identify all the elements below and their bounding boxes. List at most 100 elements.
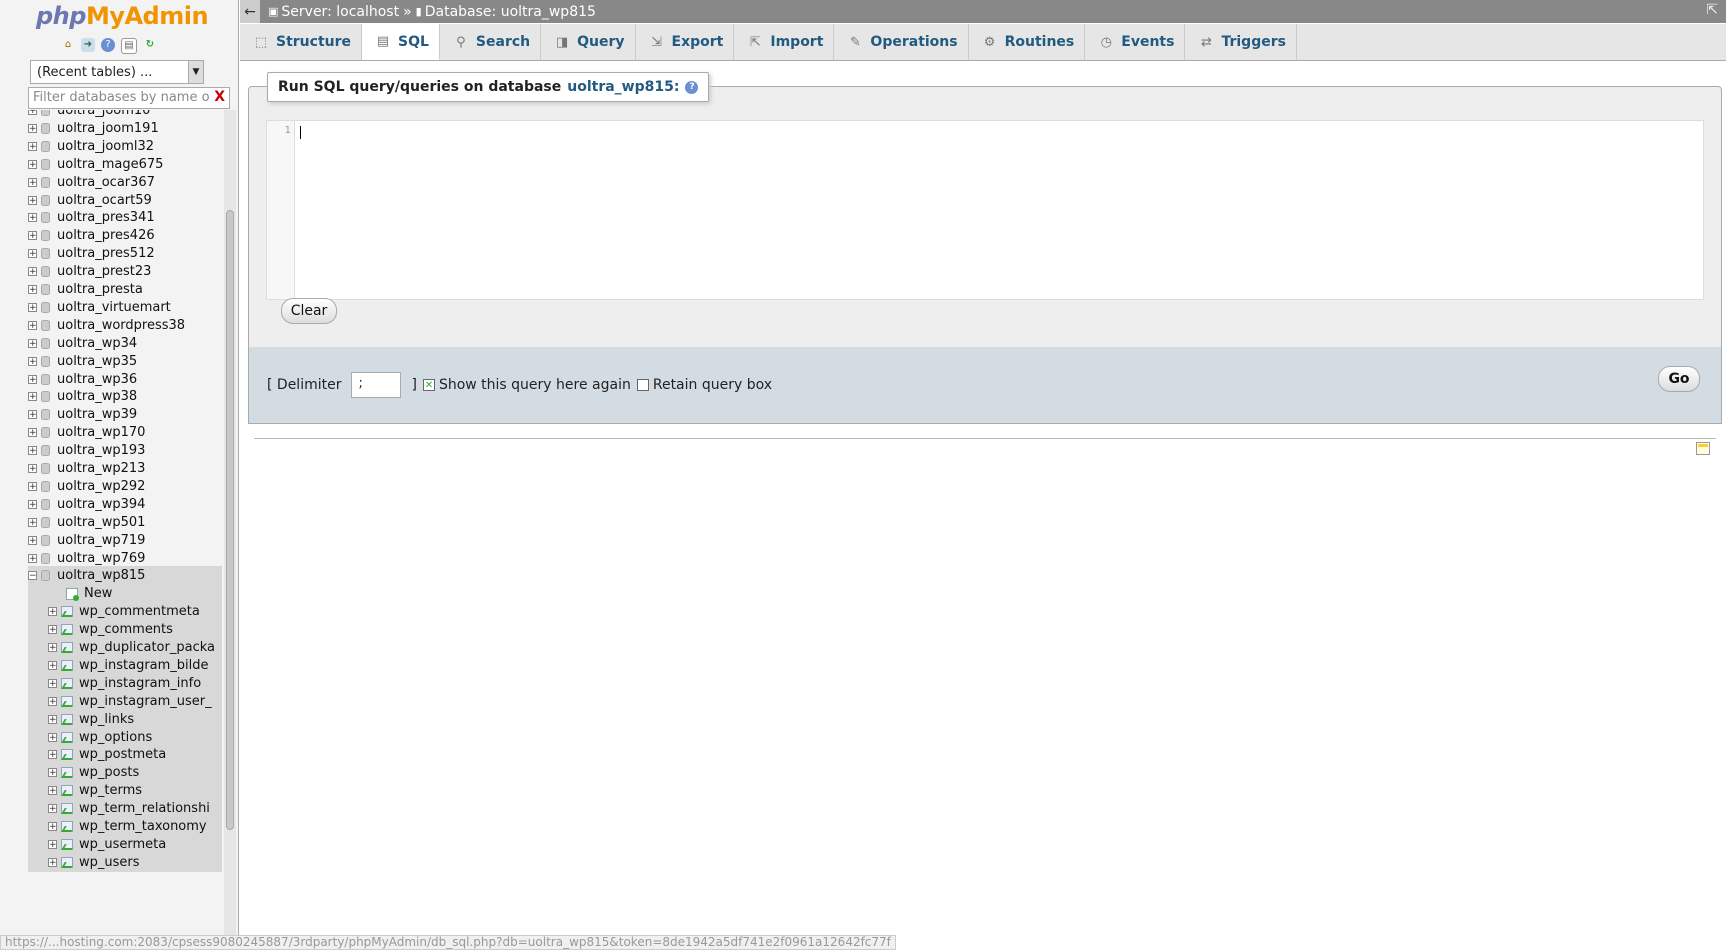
database-item[interactable]: + uoltra_wp170	[28, 423, 222, 442]
database-name[interactable]: uoltra_wp170	[57, 425, 145, 440]
collapse-icon[interactable]: ⇱	[1706, 2, 1718, 18]
table-item[interactable]: + wp_links	[28, 709, 222, 729]
reload-icon[interactable]: ↻	[143, 38, 157, 52]
database-name[interactable]: uoltra_wordpress38	[57, 318, 185, 333]
database-name[interactable]: uoltra_pres426	[57, 228, 155, 243]
expand-icon[interactable]: +	[48, 857, 57, 867]
expand-icon[interactable]: +	[28, 374, 37, 384]
database-item[interactable]: + uoltra_ocar367	[28, 173, 222, 192]
table-item[interactable]: + wp_usermeta	[28, 834, 222, 854]
database-name[interactable]: uoltra_wp39	[57, 407, 137, 422]
table-name[interactable]: wp_commentmeta	[79, 604, 200, 619]
expand-icon[interactable]: +	[48, 786, 57, 796]
tab-events[interactable]: ◷ Events	[1085, 24, 1186, 60]
expand-icon[interactable]: +	[28, 499, 37, 509]
database-item[interactable]: + uoltra_wp769	[28, 549, 222, 568]
database-name[interactable]: uoltra_wp36	[57, 372, 137, 387]
database-item[interactable]: + uoltra_wordpress38	[28, 316, 222, 335]
database-item[interactable]: + uoltra_virtuemart	[28, 298, 222, 317]
expand-icon[interactable]: +	[28, 535, 37, 545]
table-item[interactable]: + wp_commentmeta	[28, 602, 222, 622]
expand-icon[interactable]: +	[28, 159, 37, 169]
database-item[interactable]: + uoltra_wp193	[28, 441, 222, 460]
filter-databases-input[interactable]: Filter databases by name o X	[28, 87, 230, 109]
database-name[interactable]: uoltra_prest23	[57, 264, 151, 279]
phpmyadmin-logo[interactable]: phpMyAdmin	[36, 2, 209, 30]
database-item[interactable]: + uoltra_presta	[28, 280, 222, 299]
table-item[interactable]: + wp_terms	[28, 781, 222, 801]
expand-icon[interactable]: +	[28, 231, 37, 241]
retain-query-label[interactable]: Retain query box	[653, 377, 772, 393]
table-name[interactable]: wp_comments	[79, 622, 173, 637]
breadcrumb-database[interactable]: Database: uoltra_wp815	[425, 4, 596, 20]
database-name[interactable]: uoltra_wp719	[57, 533, 145, 548]
database-item[interactable]: + uoltra_pres426	[28, 226, 222, 245]
table-name[interactable]: wp_term_relationshi	[79, 801, 210, 816]
recent-tables-select[interactable]: (Recent tables) ... ▼	[30, 60, 204, 84]
database-name[interactable]: uoltra_wp815	[57, 568, 145, 583]
console-icon[interactable]	[1696, 442, 1710, 455]
expand-icon[interactable]: +	[28, 428, 37, 438]
scrollbar-thumb[interactable]	[226, 210, 234, 830]
expand-icon[interactable]: +	[48, 714, 57, 724]
table-item[interactable]: + wp_instagram_info	[28, 673, 222, 693]
clear-button[interactable]: Clear	[281, 298, 337, 324]
show-query-label[interactable]: Show this query here again	[439, 377, 631, 393]
nav-scrollbar[interactable]	[224, 110, 236, 948]
database-item[interactable]: + uoltra_wp34	[28, 334, 222, 353]
logout-icon[interactable]: ➜	[81, 38, 95, 52]
expand-icon[interactable]: +	[28, 356, 37, 366]
table-name[interactable]: wp_posts	[79, 765, 139, 780]
expand-icon[interactable]: +	[48, 768, 57, 778]
tab-triggers[interactable]: ⇄ Triggers	[1185, 24, 1297, 60]
database-item[interactable]: + uoltra_wp35	[28, 352, 222, 371]
database-name[interactable]: uoltra_wp38	[57, 389, 137, 404]
expand-icon[interactable]: +	[48, 660, 57, 670]
expand-icon[interactable]: +	[48, 822, 57, 832]
expand-icon[interactable]: +	[28, 177, 37, 187]
database-item[interactable]: + uoltra_wp36	[28, 370, 222, 389]
tab-operations[interactable]: ✎ Operations	[834, 24, 969, 60]
database-item[interactable]: + uoltra_joom191	[28, 119, 222, 138]
table-item[interactable]: + wp_instagram_user_	[28, 691, 222, 711]
database-item[interactable]: + uoltra_wp394	[28, 495, 222, 514]
database-name[interactable]: uoltra_joom191	[57, 121, 159, 136]
expand-icon[interactable]: +	[28, 141, 37, 151]
table-name[interactable]: wp_usermeta	[79, 837, 166, 852]
database-item[interactable]: + uoltra_prest23	[28, 262, 222, 281]
expand-icon[interactable]: +	[48, 696, 57, 706]
database-name[interactable]: uoltra_wp501	[57, 515, 145, 530]
table-item[interactable]: + wp_postmeta	[28, 745, 222, 765]
expand-icon[interactable]: +	[48, 804, 57, 814]
table-item[interactable]: + wp_comments	[28, 620, 222, 640]
expand-icon[interactable]: +	[28, 123, 37, 133]
legend-database-link[interactable]: uoltra_wp815:	[567, 79, 679, 95]
table-item[interactable]: + wp_term_taxonomy	[28, 817, 222, 836]
table-name[interactable]: wp_instagram_bilde	[79, 658, 209, 673]
database-item[interactable]: + uoltra_pres512	[28, 244, 222, 263]
database-name[interactable]: uoltra_joom10	[57, 110, 150, 118]
expand-icon[interactable]: +	[48, 732, 57, 742]
delimiter-input[interactable]: ;	[351, 372, 402, 398]
expand-icon[interactable]: +	[28, 410, 37, 420]
table-name[interactable]: wp_users	[79, 855, 140, 870]
database-name[interactable]: uoltra_wp292	[57, 479, 145, 494]
database-name[interactable]: uoltra_wp193	[57, 443, 145, 458]
tab-export[interactable]: ⇲ Export	[636, 24, 735, 60]
expand-icon[interactable]: +	[28, 481, 37, 491]
table-name[interactable]: wp_instagram_info	[79, 676, 201, 691]
tab-structure[interactable]: ⬚ Structure	[240, 24, 363, 60]
table-name[interactable]: wp_terms	[79, 783, 142, 798]
database-item[interactable]: + uoltra_wp719	[28, 531, 222, 550]
expand-icon[interactable]: +	[28, 285, 37, 295]
database-name[interactable]: uoltra_presta	[57, 282, 143, 297]
expand-icon[interactable]: +	[48, 839, 57, 849]
back-arrow-icon[interactable]: ←	[240, 0, 260, 23]
database-item[interactable]: + uoltra_pres341	[28, 208, 222, 227]
table-item[interactable]: + wp_users	[28, 852, 222, 872]
database-item[interactable]: + uoltra_wp39	[28, 405, 222, 424]
tab-import[interactable]: ⇱ Import	[734, 24, 835, 60]
expand-icon[interactable]: +	[28, 553, 37, 563]
database-item[interactable]: + uoltra_mage675	[28, 155, 222, 174]
table-name[interactable]: wp_instagram_user_	[79, 694, 212, 709]
